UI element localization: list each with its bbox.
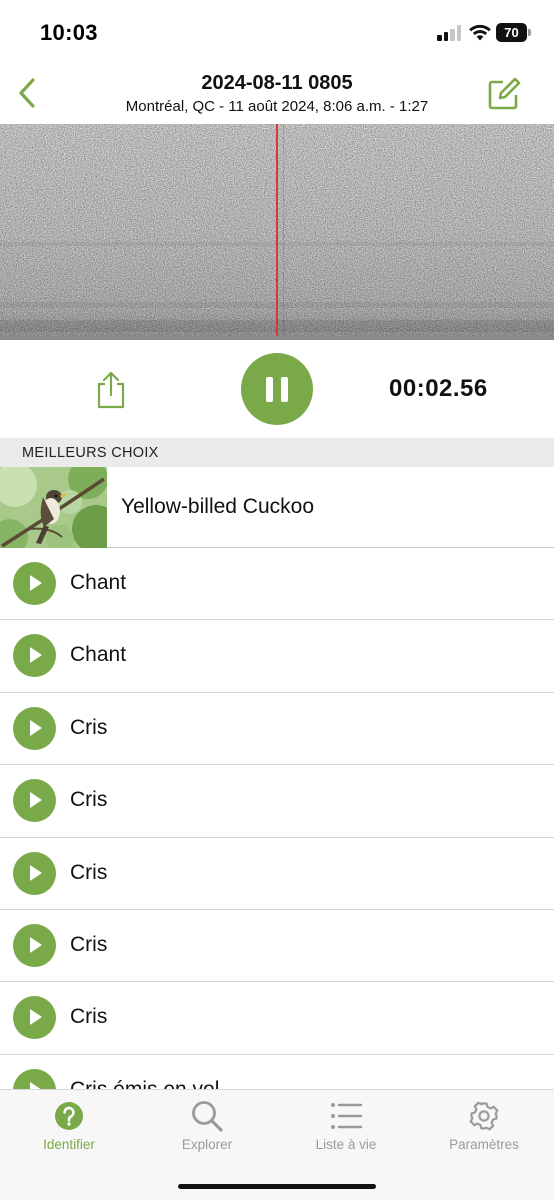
- section-header: MEILLEURS CHOIX: [0, 438, 554, 467]
- cellular-signal-icon: [437, 25, 463, 41]
- recording-header: 2024-08-11 0805 Montréal, QC - 11 août 2…: [0, 62, 554, 124]
- battery-indicator: 70: [496, 23, 531, 42]
- battery-cap: [528, 29, 531, 36]
- sound-row[interactable]: Cris: [0, 982, 554, 1055]
- recording-subtitle: Montréal, QC - 11 août 2024, 8:06 a.m. -…: [125, 98, 429, 115]
- chevron-left-icon: [19, 78, 35, 108]
- tab-parametres[interactable]: Paramètres: [415, 1090, 553, 1160]
- play-icon[interactable]: [13, 851, 56, 895]
- pause-icon: [266, 376, 273, 402]
- tab-explorer[interactable]: Explorer: [138, 1090, 276, 1160]
- play-icon[interactable]: [13, 706, 56, 750]
- section-title: MEILLEURS CHOIX: [22, 445, 159, 461]
- sound-label: Cris: [70, 1005, 108, 1029]
- question-circle-icon: [55, 1102, 83, 1130]
- sound-label: Chant: [70, 571, 127, 594]
- share-button[interactable]: [95, 370, 127, 410]
- sound-label: Cris émis en vol: [70, 1078, 219, 1089]
- sound-label: Chant: [70, 643, 127, 667]
- sound-row[interactable]: Cris émis en vol: [0, 1054, 554, 1089]
- sound-row[interactable]: Cris: [0, 765, 554, 838]
- sound-row[interactable]: Cris: [0, 692, 554, 766]
- recording-title: 2024-08-11 0805: [201, 72, 353, 94]
- wifi-icon: [469, 24, 491, 41]
- sound-label: Cris: [70, 860, 108, 884]
- sound-row[interactable]: Chant: [0, 548, 554, 621]
- pause-icon-bar: [281, 376, 288, 402]
- gear-icon: [469, 1101, 499, 1131]
- share-icon: [97, 371, 125, 409]
- tab-label: Identifier: [43, 1137, 95, 1152]
- top-match-row[interactable]: Yellow-billed Cuckoo: [0, 467, 554, 548]
- status-time: 10:03: [40, 20, 98, 45]
- spectrogram[interactable]: [0, 124, 554, 340]
- bird-photo: [0, 467, 107, 548]
- sound-list[interactable]: Chant Chant Cris Cris Cris Cris Cris Cri…: [0, 548, 554, 1089]
- sound-row[interactable]: Cris: [0, 909, 554, 983]
- tab-label: Liste à vie: [315, 1137, 377, 1152]
- pause-button[interactable]: [241, 353, 313, 425]
- tab-liste-a-vie[interactable]: Liste à vie: [277, 1090, 415, 1160]
- battery-level: 70: [496, 23, 527, 42]
- sound-row[interactable]: Cris: [0, 837, 554, 910]
- sound-label: Cris: [70, 715, 108, 739]
- play-icon[interactable]: [13, 634, 56, 678]
- play-icon[interactable]: [13, 779, 56, 823]
- back-button[interactable]: [12, 76, 42, 110]
- tab-identifier[interactable]: Identifier: [0, 1090, 138, 1160]
- home-indicator[interactable]: [178, 1184, 376, 1189]
- search-icon: [192, 1101, 223, 1132]
- edit-note-icon: [488, 77, 521, 110]
- play-icon[interactable]: [13, 562, 56, 605]
- tab-label: Explorer: [181, 1137, 233, 1152]
- sound-label: Cris: [70, 932, 108, 956]
- play-icon[interactable]: [13, 1068, 56, 1089]
- list-icon: [331, 1103, 363, 1129]
- play-icon[interactable]: [13, 996, 56, 1040]
- tab-label: Paramètres: [449, 1137, 519, 1152]
- play-icon[interactable]: [13, 923, 56, 967]
- player-controls: 00:02.56: [0, 340, 554, 438]
- bird-name: Yellow-billed Cuckoo: [121, 495, 314, 518]
- edit-button[interactable]: [486, 76, 522, 112]
- elapsed-time: 00:02.56: [389, 375, 488, 402]
- sound-label: Cris: [70, 788, 108, 812]
- playhead: [276, 124, 278, 336]
- sound-row[interactable]: Chant: [0, 620, 554, 693]
- status-bar: 10:03 70: [0, 0, 554, 62]
